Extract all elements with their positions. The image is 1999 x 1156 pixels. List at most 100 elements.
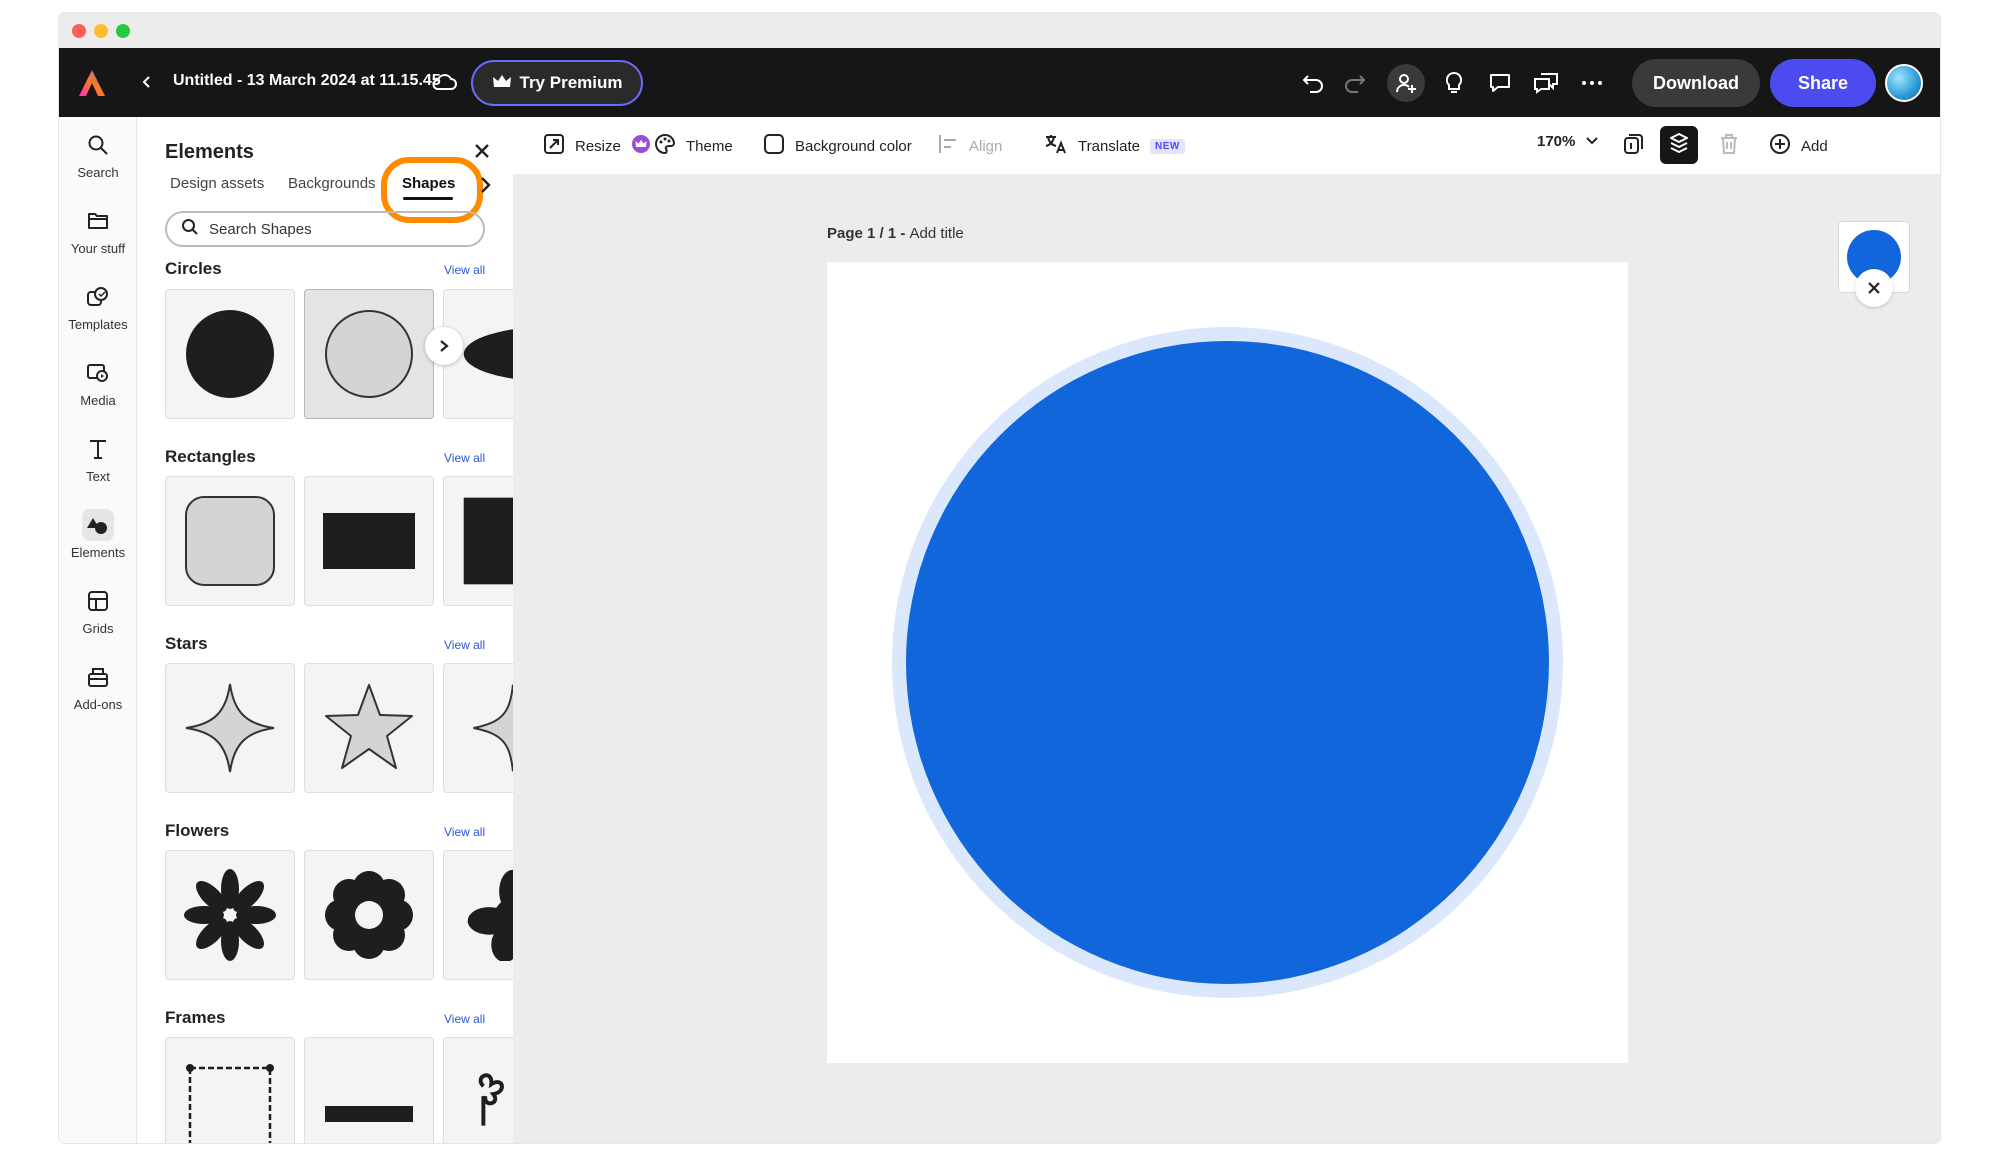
- search-placeholder: Search Shapes: [209, 220, 312, 238]
- rail-item-your-stuff[interactable]: Your stuff: [59, 205, 137, 275]
- section-title-rectangles: Rectangles: [165, 447, 256, 466]
- back-chevron-icon[interactable]: [135, 70, 159, 94]
- shape-tile-eight-petal-flower[interactable]: [165, 850, 295, 980]
- search-icon: [82, 129, 114, 161]
- delete-button[interactable]: [1719, 133, 1739, 159]
- shape-tile-ornate-frame[interactable]: [165, 1037, 295, 1143]
- rail-item-elements[interactable]: Elements: [59, 509, 137, 579]
- left-rail: Search Your stuff Templates Media Text E…: [59, 117, 137, 1143]
- shape-tile-circle-filled[interactable]: [165, 289, 295, 419]
- share-button[interactable]: Share: [1770, 59, 1876, 107]
- invite-user-icon[interactable]: [1387, 64, 1425, 102]
- page-canvas[interactable]: [827, 262, 1628, 1063]
- zoom-label: 170%: [1537, 133, 1576, 150]
- more-icon[interactable]: [1577, 68, 1607, 98]
- trash-icon: [1719, 133, 1739, 159]
- shape-tile-four-point-star[interactable]: [165, 663, 295, 793]
- chevron-right-icon[interactable]: [477, 176, 499, 198]
- view-all-flowers-link[interactable]: View all: [444, 825, 485, 839]
- add-page-title[interactable]: Add title: [910, 225, 964, 242]
- try-premium-label: Try Premium: [519, 73, 623, 92]
- translate-button[interactable]: Translate NEW: [1044, 133, 1185, 159]
- close-window-button[interactable]: [72, 24, 86, 38]
- view-all-circles-link[interactable]: View all: [444, 263, 485, 277]
- shape-tile-partial-star[interactable]: [443, 663, 513, 793]
- circles-next-button[interactable]: [425, 327, 463, 365]
- editor-toolbar: Resize Theme Background color Align Tran…: [513, 117, 1940, 175]
- close-swatch-button[interactable]: [1855, 269, 1893, 307]
- pages-button[interactable]: [1622, 133, 1644, 159]
- shape-tile-tall-rectangle[interactable]: [443, 476, 513, 606]
- tab-backgrounds[interactable]: Backgrounds: [288, 175, 376, 192]
- background-color-label: Background color: [795, 137, 912, 155]
- zoom-window-button[interactable]: [116, 24, 130, 38]
- avatar[interactable]: [1885, 64, 1923, 102]
- add-button[interactable]: Add: [1769, 133, 1828, 159]
- download-button[interactable]: Download: [1632, 59, 1760, 107]
- crown-icon: [492, 73, 512, 94]
- section-title-flowers: Flowers: [165, 821, 230, 840]
- plus-circle-icon: [1769, 133, 1791, 159]
- elements-panel: Elements Design assets Backgrounds Shape…: [137, 117, 513, 1143]
- shape-tile-rounded-rectangle[interactable]: [165, 476, 295, 606]
- page-number: Page 1 / 1 -: [827, 225, 910, 242]
- rail-item-search[interactable]: Search: [59, 129, 137, 199]
- rail-label: Search: [77, 165, 119, 180]
- share-comments-icon[interactable]: [1531, 68, 1561, 98]
- rail-label: Templates: [68, 317, 128, 332]
- premium-crown-icon: [631, 134, 651, 158]
- chevron-down-icon: [1585, 133, 1599, 150]
- add-ons-icon: [82, 661, 114, 693]
- canvas-area[interactable]: Page 1 / 1 - Add title: [513, 175, 1940, 1143]
- shape-tile-circle-outline[interactable]: [304, 289, 434, 419]
- view-all-rectangles-link[interactable]: View all: [444, 451, 485, 465]
- resize-icon: [543, 133, 565, 159]
- page-label: Page 1 / 1 - Add title: [827, 225, 964, 242]
- document-title[interactable]: Untitled - 13 March 2024 at 11.15.45: [173, 72, 441, 90]
- shape-tile-five-point-star[interactable]: [304, 663, 434, 793]
- cloud-icon[interactable]: [429, 68, 459, 96]
- shape-tile-partial-flower[interactable]: [443, 850, 513, 980]
- rail-item-add-ons[interactable]: Add-ons: [59, 661, 137, 731]
- grids-icon: [82, 585, 114, 617]
- undo-icon[interactable]: [1299, 68, 1329, 98]
- redo-icon[interactable]: [1339, 68, 1369, 98]
- rail-item-templates[interactable]: Templates: [59, 281, 137, 351]
- search-input[interactable]: Search Shapes: [165, 211, 485, 247]
- shape-tile-floral-frame[interactable]: [443, 1037, 513, 1143]
- circle-shape[interactable]: [906, 341, 1549, 984]
- rail-label: Add-ons: [73, 697, 123, 712]
- layers-toggle-button[interactable]: [1660, 126, 1698, 164]
- shape-tile-banner-frame[interactable]: [304, 1037, 434, 1143]
- align-button[interactable]: Align: [937, 133, 1002, 159]
- add-label: Add: [1801, 137, 1828, 155]
- lightbulb-icon[interactable]: [1439, 68, 1469, 98]
- translate-icon: [1044, 133, 1068, 159]
- translate-label: Translate: [1078, 137, 1140, 155]
- background-color-icon: [763, 133, 785, 159]
- shape-tile-round-petal-flower[interactable]: [304, 850, 434, 980]
- background-color-button[interactable]: Background color: [763, 133, 912, 159]
- view-all-frames-link[interactable]: View all: [444, 1012, 485, 1026]
- rail-item-media[interactable]: Media: [59, 357, 137, 427]
- minimize-window-button[interactable]: [94, 24, 108, 38]
- try-premium-button[interactable]: Try Premium: [471, 60, 643, 106]
- rail-item-grids[interactable]: Grids: [59, 585, 137, 655]
- tab-design-assets[interactable]: Design assets: [170, 175, 264, 192]
- align-label: Align: [969, 137, 1003, 155]
- new-badge: NEW: [1149, 138, 1185, 154]
- theme-button[interactable]: Theme: [654, 133, 733, 159]
- rail-item-text[interactable]: Text: [59, 433, 137, 503]
- rail-label: Text: [86, 469, 110, 484]
- section-title-frames: Frames: [165, 1008, 226, 1027]
- zoom-dropdown[interactable]: 170%: [1537, 133, 1599, 150]
- view-all-stars-link[interactable]: View all: [444, 638, 485, 652]
- resize-button[interactable]: Resize: [543, 133, 651, 159]
- close-icon[interactable]: [470, 139, 494, 163]
- adobe-express-logo-icon[interactable]: [75, 66, 109, 100]
- comment-icon[interactable]: [1485, 68, 1515, 98]
- resize-label: Resize: [575, 137, 621, 155]
- panel-title: Elements: [165, 141, 254, 163]
- media-icon: [82, 357, 114, 389]
- shape-tile-rectangle[interactable]: [304, 476, 434, 606]
